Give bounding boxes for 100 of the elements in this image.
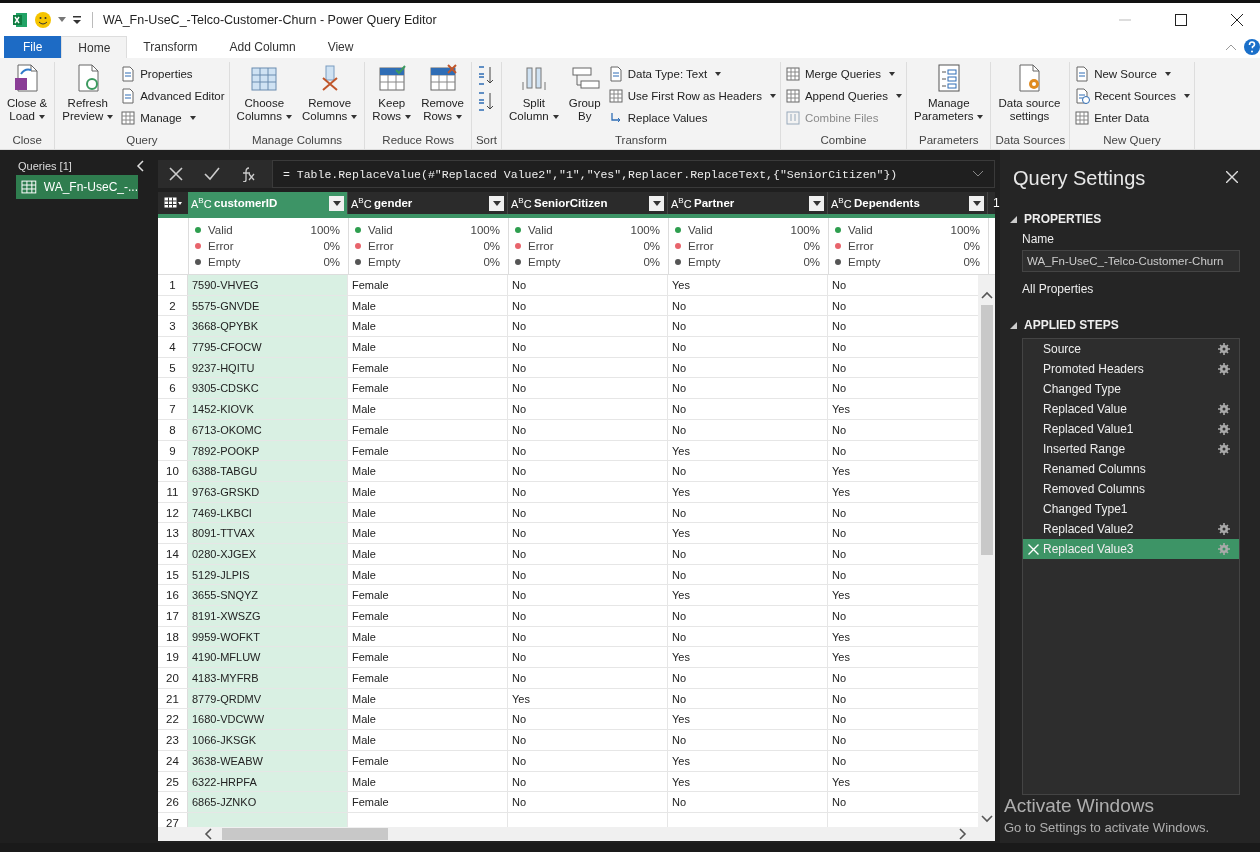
table-icon xyxy=(21,180,37,194)
table-cell: 6388-TABGU xyxy=(188,461,348,481)
document-icon xyxy=(120,66,137,82)
applied-step[interactable]: Promoted Headers xyxy=(1023,359,1239,379)
function-icon xyxy=(240,166,256,182)
applied-step[interactable]: Changed Type1 xyxy=(1023,499,1239,519)
close-button[interactable] xyxy=(1226,171,1240,186)
applied-step[interactable]: Replaced Value2 xyxy=(1023,519,1239,539)
gear-icon xyxy=(1218,443,1230,455)
collapse-ribbon-icon xyxy=(1226,44,1236,50)
applied-step[interactable]: Replaced Value1 xyxy=(1023,419,1239,439)
ribbon-button[interactable]: Data source settings xyxy=(995,62,1064,123)
table-cell: 9959-WOFKT xyxy=(188,626,348,647)
filter-button[interactable] xyxy=(329,195,344,211)
document-icon xyxy=(607,66,624,82)
table-cell: No xyxy=(508,461,668,481)
applied-step[interactable]: Removed Columns xyxy=(1023,479,1239,499)
table-cell: Female xyxy=(348,275,508,295)
ribbon-tab[interactable]: Home xyxy=(61,36,128,58)
group-label: Combine xyxy=(819,134,868,148)
ribbon-button[interactable]: Keep Rows xyxy=(369,62,415,123)
ribbon-button[interactable]: Manage xyxy=(120,109,225,127)
quality-label: Valid xyxy=(368,224,394,236)
column-header[interactable]: A$^{B}$C Partner xyxy=(668,192,828,214)
text-type-icon: A$^{B}$C xyxy=(351,196,371,210)
table-cell: No xyxy=(668,295,828,316)
column-header[interactable]: A$^{B}$C Dependents xyxy=(828,192,988,214)
ribbon-button[interactable]: Group By xyxy=(565,62,604,123)
table-cell: No xyxy=(508,419,668,440)
group-label: Reduce Rows xyxy=(381,134,455,148)
table-cell: No xyxy=(668,626,828,647)
ribbon-button[interactable]: Remove Rows xyxy=(418,62,467,123)
column-header[interactable]: A$^{B}$C customerID xyxy=(188,192,348,214)
table-cell: No xyxy=(668,502,828,523)
ribbon-button[interactable]: Split Column xyxy=(506,62,562,123)
table-icon xyxy=(120,110,137,126)
formula-field[interactable]: = Table.ReplaceValue(#"Replaced Value2","1","Yes",Replacer.ReplaceText,{"SeniorCitizen"}) xyxy=(272,160,995,188)
ribbon-tab[interactable]: Add Column xyxy=(213,36,312,58)
applied-step[interactable]: Replaced Value xyxy=(1023,399,1239,419)
ribbon-button[interactable]: Properties xyxy=(120,65,225,83)
table-cell: Yes xyxy=(668,585,828,605)
ribbon-button[interactable]: Manage Parameters xyxy=(911,62,987,123)
table-cell: No xyxy=(508,750,668,771)
filter-button[interactable] xyxy=(969,195,984,211)
quality-value: 0% xyxy=(323,256,340,268)
vertical-scrollbar[interactable] xyxy=(978,275,995,827)
ribbon-tab[interactable]: Transform xyxy=(127,36,214,58)
ribbon-button[interactable]: Recent Sources xyxy=(1074,87,1190,105)
table-cell: No xyxy=(668,357,828,378)
table-cell: Yes xyxy=(668,750,828,771)
panel-heading: Queries [1] xyxy=(18,160,72,172)
table-cell: 4190-MFLUW xyxy=(188,647,348,668)
table-cell: No xyxy=(508,626,668,647)
column-header[interactable]: A$^{B}$C gender xyxy=(348,192,508,214)
ribbon-button[interactable]: Choose Columns xyxy=(233,62,295,123)
horizontal-scrollbar[interactable] xyxy=(158,827,995,841)
table-cell: 7795-CFOCW xyxy=(188,337,348,357)
applied-step[interactable]: Inserted Range xyxy=(1023,439,1239,459)
filter-button[interactable] xyxy=(649,195,664,211)
query-item[interactable]: WA_Fn-UseC_-... xyxy=(16,175,138,199)
ribbon-button[interactable]: Close & Load xyxy=(4,62,51,123)
section-heading: APPLIED STEPS xyxy=(1024,318,1119,332)
table-cell: No xyxy=(668,399,828,419)
ribbon-button[interactable]: New Source xyxy=(1074,65,1190,83)
ribbon-button[interactable]: Use First Row as Headers xyxy=(607,87,776,105)
ribbon-button[interactable]: Merge Queries xyxy=(784,65,903,83)
table-cell: No xyxy=(508,647,668,668)
filter-button[interactable] xyxy=(489,195,504,211)
table-cell: No xyxy=(508,502,668,523)
table-cell: 6713-OKOMC xyxy=(188,419,348,440)
ribbon-button[interactable]: Refresh Preview xyxy=(59,62,117,123)
table-cell: 8191-XWSZG xyxy=(188,606,348,626)
ribbon-button[interactable]: Data Type: Text xyxy=(607,65,776,83)
expand-icon xyxy=(972,170,984,178)
table-icon xyxy=(164,197,182,209)
filter-button[interactable] xyxy=(809,195,824,211)
table-cell: Male xyxy=(348,543,508,564)
scroll-left-icon xyxy=(204,828,212,840)
ribbon-button[interactable]: Remove Columns xyxy=(298,62,361,123)
ribbon-tab[interactable]: View xyxy=(311,36,370,58)
applied-step[interactable]: Renamed Columns xyxy=(1023,459,1239,479)
ribbon-button[interactable]: Append Queries xyxy=(784,87,903,105)
table-cell: Male xyxy=(348,523,508,543)
table-cell: No xyxy=(508,337,668,357)
quality-value: 100% xyxy=(950,224,980,236)
table-icon xyxy=(784,66,801,82)
file-tab[interactable]: File xyxy=(4,36,62,58)
quality-label: Valid xyxy=(528,224,554,236)
table-icon xyxy=(607,88,624,104)
ribbon-button[interactable]: Enter Data xyxy=(1074,109,1190,127)
quality-value: 100% xyxy=(790,224,820,236)
ribbon-button[interactable]: Advanced Editor xyxy=(120,87,225,105)
applied-step[interactable]: Changed Type xyxy=(1023,379,1239,399)
collapse-triangle-icon xyxy=(1010,215,1017,223)
all-properties-link[interactable]: All Properties xyxy=(1022,282,1240,296)
applied-step[interactable]: Source xyxy=(1023,339,1239,359)
column-header[interactable]: A$^{B}$C SeniorCitizen xyxy=(508,192,668,214)
ribbon-button[interactable]: Replace Values xyxy=(607,109,776,127)
name-field[interactable]: WA_Fn-UseC_-Telco-Customer-Churn xyxy=(1022,250,1240,272)
gear-icon xyxy=(1218,403,1230,415)
